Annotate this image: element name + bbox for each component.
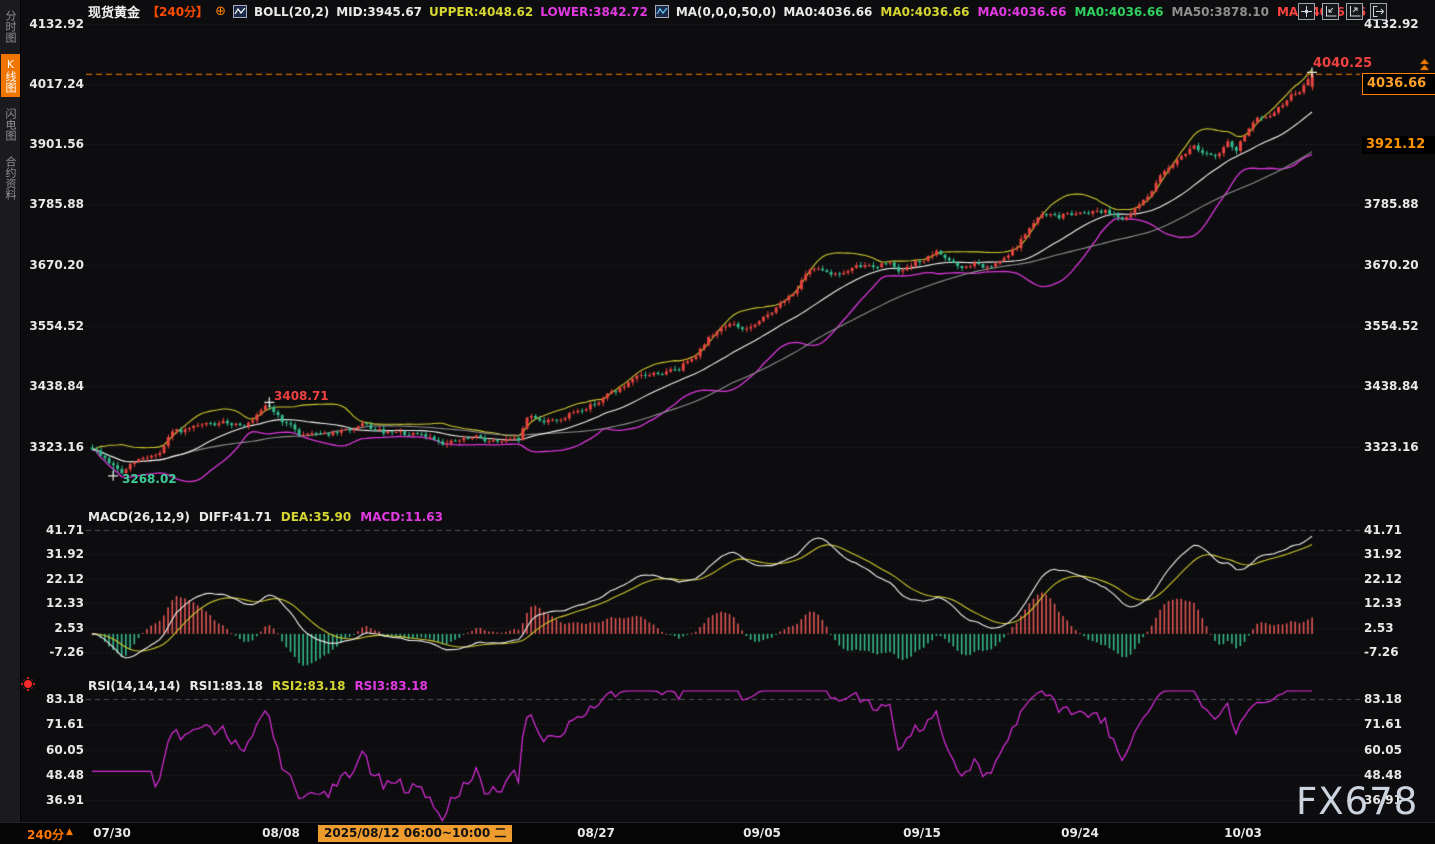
recording-indicator-icon [24, 680, 32, 688]
rsi-tick: 83.18 [1364, 691, 1402, 707]
timeline-date: 07/30 [93, 826, 131, 840]
sidebar: 分时图 K线图 闪电图 合约资料 [0, 0, 21, 844]
zoom-out-axis-icon[interactable] [1322, 3, 1339, 20]
ma-value: MA0:4036.66 [880, 5, 969, 19]
price-tick: 3554.52 [29, 318, 84, 334]
ma-value: MA50:3878.10 [1172, 5, 1269, 19]
current-price-tag: 4036.66 [1362, 73, 1435, 95]
macd-tick: 22.12 [46, 571, 84, 587]
macd-tick: 41.71 [1364, 522, 1402, 538]
ma-label: MA(0,0,0,50,0) [676, 5, 777, 19]
period-label: 【240分】 [147, 3, 208, 20]
ma-value: MA0:4036.66 [783, 5, 872, 19]
price-tick: 3670.20 [29, 257, 84, 273]
timeline-date: 09/24 [1061, 826, 1099, 840]
macd-dea-value: DEA:35.90 [281, 510, 351, 524]
macd-macd-value: MACD:11.63 [360, 510, 443, 524]
price-tick: 3438.84 [1364, 378, 1419, 394]
macd-tick: 22.12 [1364, 571, 1402, 587]
price-tick: 3785.88 [1364, 196, 1419, 212]
timeline-bar: 240分 ▲ 2025/08/12 06:00~10:00 二 07/30 08/… [0, 822, 1435, 844]
rsi2-value: RSI2:83.18 [272, 679, 345, 693]
price-tick: 3901.56 [29, 136, 84, 152]
price-tick: 3323.16 [1364, 439, 1419, 455]
sidebar-tab-time-chart[interactable]: 分时图 [1, 6, 20, 47]
rsi-tick: 83.18 [46, 691, 84, 707]
boll-indicator-icon[interactable] [233, 5, 247, 18]
macd-tick: 2.53 [54, 620, 84, 636]
price-tick: 3554.52 [1364, 318, 1419, 334]
macd-tick: 31.92 [46, 546, 84, 562]
price-tick: 3670.20 [1364, 257, 1419, 273]
macd-tick: 41.71 [46, 522, 84, 538]
macd-diff-value: DIFF:41.71 [199, 510, 272, 524]
trading-terminal: 分时图 K线图 闪电图 合约资料 现货黄金 【240分】 ⊕ BOLL(20,2… [0, 0, 1435, 844]
macd-label: MACD(26,12,9) [88, 510, 190, 524]
boll-upper-value: UPPER:4048.62 [429, 5, 533, 19]
indicator-header: 现货黄金 【240分】 ⊕ BOLL(20,2) MID:3945.67 UPP… [88, 2, 1366, 21]
watermark: FX678 [1296, 780, 1418, 823]
boll-mid-value: MID:3945.67 [336, 5, 422, 19]
symbol-name: 现货黄金 [88, 2, 140, 21]
macd-tick: 31.92 [1364, 546, 1402, 562]
macd-tick: 12.33 [1364, 595, 1402, 611]
rsi-tick: 71.61 [1364, 716, 1402, 732]
rsi-tick: 48.48 [46, 767, 84, 783]
ma-values: MA0:4036.66 MA0:4036.66 MA0:4036.66 MA0:403… [783, 5, 1366, 19]
macd-tick: -7.26 [49, 644, 84, 660]
macd-tick: 2.53 [1364, 620, 1394, 636]
rsi-panel-header: RSI(14,14,14) RSI1:83.18 RSI2:83.18 RSI3… [88, 679, 428, 693]
timeline-date: 08/08 [262, 826, 300, 840]
ma-indicator-icon[interactable] [655, 5, 669, 18]
period-up-triangle-icon[interactable]: ▲ [66, 827, 73, 837]
timeline-date: 09/15 [903, 826, 941, 840]
timeline-period-selector[interactable]: 240分 [27, 826, 64, 843]
price-tick: 4017.24 [29, 76, 84, 92]
boll-lower-value: LOWER:3842.72 [540, 5, 648, 19]
last-high-label: 4040.25 [1313, 56, 1372, 71]
price-tick: 3785.88 [29, 196, 84, 212]
sidebar-tab-lightning-chart[interactable]: 闪电图 [1, 104, 20, 145]
price-tick: 3438.84 [29, 378, 84, 394]
timeline-date: 08/27 [577, 826, 615, 840]
exit-chart-icon[interactable] [1370, 3, 1387, 20]
selected-bar-time-box: 2025/08/12 06:00~10:00 二 [318, 825, 512, 842]
ma-value: MA0:4036.66 [977, 5, 1066, 19]
ma-line-price-tag: 3921.12 [1362, 136, 1435, 154]
rsi-label: RSI(14,14,14) [88, 679, 181, 693]
sidebar-tab-contract-info[interactable]: 合约资料 [1, 152, 20, 204]
timeline-date: 10/03 [1224, 826, 1262, 840]
price-tick: 3323.16 [29, 439, 84, 455]
zoom-in-axis-icon[interactable] [1346, 3, 1363, 20]
ma-value: MA0:4036.66 [1075, 5, 1164, 19]
axis-labels-layer: 4132.924132.924017.243901.563785.883785.… [0, 0, 1435, 844]
rsi-tick: 60.05 [46, 742, 84, 758]
macd-panel-header: MACD(26,12,9) DIFF:41.71 DEA:35.90 MACD:… [88, 510, 443, 524]
sidebar-tab-kline-chart[interactable]: K线图 [1, 54, 20, 97]
timeline-date: 09/05 [743, 826, 781, 840]
macd-tick: 12.33 [46, 595, 84, 611]
swing-low-label: 3268.02 [122, 472, 177, 486]
rsi1-value: RSI1:83.18 [190, 679, 263, 693]
boll-label: BOLL(20,2) [254, 5, 329, 19]
rsi3-value: RSI3:83.18 [354, 679, 427, 693]
pan-crosshair-icon[interactable] [1298, 3, 1315, 20]
chart-toolbar [1298, 3, 1387, 20]
rsi-tick: 60.05 [1364, 742, 1402, 758]
swing-high-label: 3408.71 [274, 389, 329, 403]
rsi-tick: 36.91 [46, 792, 84, 808]
price-tick: 4132.92 [29, 16, 84, 32]
rsi-tick: 71.61 [46, 716, 84, 732]
macd-tick: -7.26 [1364, 644, 1399, 660]
expand-icon[interactable]: ⊕ [215, 4, 226, 19]
